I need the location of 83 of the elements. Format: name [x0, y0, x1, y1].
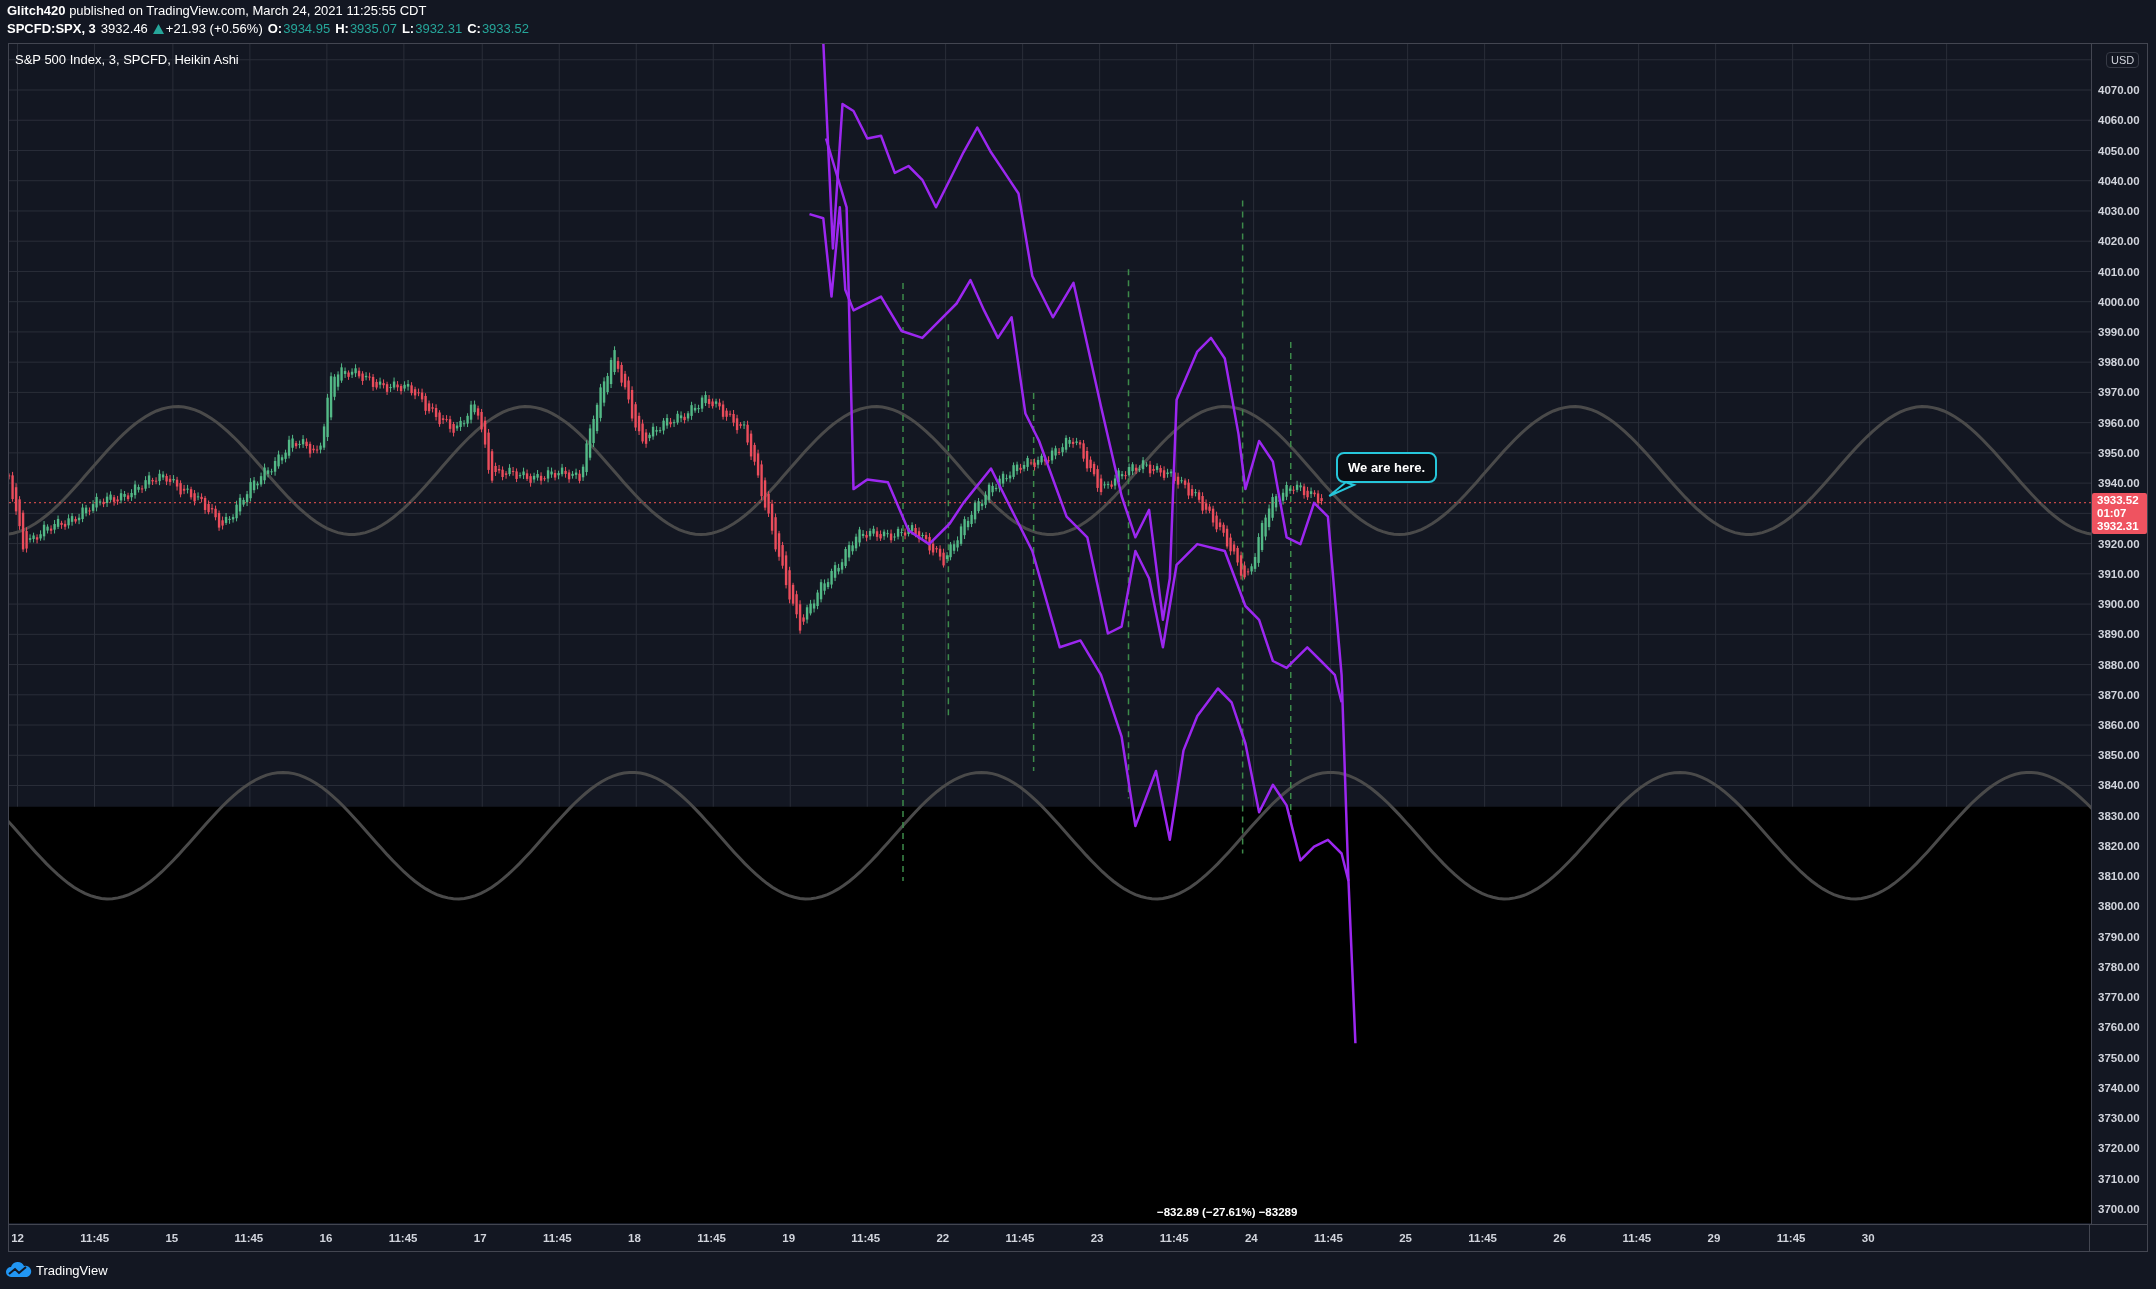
time-tick: 11:45 [1621, 1230, 1653, 1246]
price-tick: 3870.00 [2098, 688, 2140, 701]
price-tick: 3830.00 [2098, 809, 2140, 822]
time-tick: 11:45 [1313, 1230, 1344, 1246]
price-tick: 3970.00 [2098, 386, 2140, 399]
price-tick: 3910.00 [2098, 567, 2140, 580]
price-tick: 3840.00 [2098, 779, 2140, 792]
measure-readout: −832.89 (−27.61%) −83289 [1157, 1206, 1298, 1218]
time-tick: 11:45 [387, 1230, 419, 1246]
time-tick: 11:45 [1158, 1230, 1190, 1246]
ohlc-value: 3933.52 [481, 21, 529, 37]
price-tick: 3750.00 [2098, 1051, 2140, 1064]
price-tick: 3980.00 [2098, 356, 2140, 369]
price-tick: 3950.00 [2098, 446, 2140, 459]
time-tick: 29 [1706, 1230, 1722, 1246]
price-tick: 3820.00 [2098, 839, 2140, 852]
price-tick: 4070.00 [2098, 84, 2140, 97]
time-tick: 24 [1243, 1230, 1259, 1246]
time-tick: 12 [10, 1230, 25, 1246]
price-tick: 3780.00 [2098, 960, 2140, 973]
time-tick: 25 [1398, 1230, 1413, 1246]
time-tick: 26 [1552, 1230, 1568, 1246]
price-tick: 3710.00 [2098, 1172, 2140, 1185]
price-tick: 3810.00 [2098, 870, 2140, 883]
price-tick: 3850.00 [2098, 749, 2140, 762]
publish-info: Glitch420 published on TradingView.com, March 24, 2021 11:25:55 CDT [7, 3, 427, 19]
price-tick: 3790.00 [2098, 930, 2140, 943]
time-tick: 22 [935, 1230, 951, 1246]
close-price: 3933.52 [2097, 493, 2140, 507]
price-tick: 3800.00 [2098, 900, 2140, 913]
bar-countdown: 01:07 [2097, 506, 2128, 520]
price-tick: 4010.00 [2098, 265, 2140, 278]
time-tick: 15 [164, 1230, 180, 1246]
time-tick: 11:45 [1467, 1230, 1498, 1246]
ohlc-label: C: [467, 21, 481, 37]
price-tick: 3940.00 [2098, 477, 2140, 490]
price-tick: 4030.00 [2098, 205, 2140, 218]
price-tick: 3740.00 [2098, 1081, 2140, 1094]
brand-name: TradingView [36, 1262, 108, 1278]
price-tick: 4000.00 [2098, 295, 2140, 308]
ohlc-label: O: [267, 21, 283, 37]
time-tick: 11:45 [1775, 1230, 1807, 1246]
ohlc-label: H: [335, 21, 349, 37]
price-tick: 3760.00 [2098, 1021, 2140, 1034]
time-tick: 18 [627, 1230, 642, 1246]
price-tick: 3700.00 [2098, 1202, 2140, 1215]
symbol-label: SPCFD:SPX, 3 [7, 21, 96, 37]
price-tick: 3890.00 [2098, 628, 2140, 641]
price-tick: 4050.00 [2098, 144, 2140, 157]
price-tick: 3770.00 [2098, 991, 2140, 1004]
time-tick: 11:45 [696, 1230, 727, 1246]
price-tick: 3880.00 [2098, 658, 2140, 671]
price-tick: 3920.00 [2098, 537, 2140, 550]
currency-label[interactable]: USD [2106, 51, 2140, 68]
time-tick: 11:45 [233, 1230, 265, 1246]
time-tick: 30 [1860, 1230, 1876, 1246]
ohlc-value: 3932.31 [415, 21, 463, 37]
time-tick: 11:45 [1004, 1230, 1036, 1246]
time-tick: 19 [781, 1230, 797, 1246]
time-tick: 23 [1089, 1230, 1105, 1246]
price-tick: 4020.00 [2098, 235, 2140, 248]
ohlc-value: 3935.07 [349, 21, 397, 37]
callout-pointer [1328, 481, 1357, 497]
price-tick: 3720.00 [2098, 1142, 2140, 1155]
price-tick: 3730.00 [2098, 1112, 2140, 1125]
price-tick: 4040.00 [2098, 174, 2140, 187]
price-tick: 4060.00 [2098, 114, 2140, 127]
price-tick: 3960.00 [2098, 416, 2140, 429]
last-price: 3932.46 [100, 21, 148, 37]
price-tick: 3860.00 [2098, 719, 2140, 731]
low-price: 3932.31 [2097, 519, 2140, 533]
ohlc-value: 3934.95 [283, 21, 331, 37]
price-tick: 3990.00 [2098, 325, 2140, 338]
time-tick: 11:45 [850, 1230, 882, 1246]
chart-legend: S&P 500 Index, 3, SPCFD, Heikin Ashi [15, 52, 239, 67]
price-change: +21.93 (+0.56%) [165, 21, 263, 37]
time-tick: 16 [318, 1230, 334, 1246]
time-tick: 11:45 [541, 1230, 573, 1246]
price-tick: 3900.00 [2098, 598, 2140, 611]
cloud-logo-icon [6, 1262, 32, 1279]
time-tick: 17 [472, 1230, 488, 1246]
time-tick: 11:45 [79, 1230, 111, 1246]
ohlc-label: L: [401, 21, 415, 37]
